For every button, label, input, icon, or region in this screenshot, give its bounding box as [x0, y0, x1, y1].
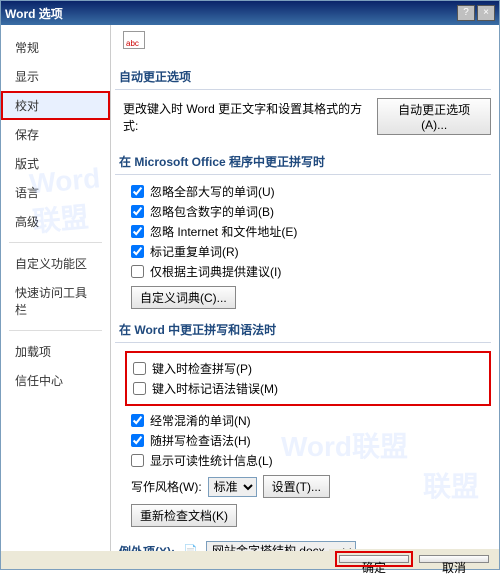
chk-grammar-with-spelling-label: 随拼写检查语法(H): [150, 432, 251, 449]
sidebar-item-general[interactable]: 常规: [1, 33, 110, 62]
chk-flag-repeated-label: 标记重复单词(R): [150, 243, 239, 260]
chk-main-dict-only-label: 仅根据主词典提供建议(I): [150, 263, 281, 280]
chk-ignore-internet[interactable]: [131, 225, 144, 238]
writing-style-settings-button[interactable]: 设置(T)...: [263, 475, 330, 498]
proofing-icon: [123, 31, 145, 49]
cancel-button[interactable]: 取消: [419, 555, 489, 563]
sidebar-item-quick-access[interactable]: 快速访问工具栏: [1, 278, 110, 324]
chk-ignore-numbers[interactable]: [131, 205, 144, 218]
chk-ignore-uppercase-label: 忽略全部大写的单词(U): [150, 183, 275, 200]
sidebar-item-proofing[interactable]: 校对: [1, 91, 110, 120]
sidebar-item-addins[interactable]: 加载项: [1, 337, 110, 366]
sidebar-item-advanced[interactable]: 高级: [1, 207, 110, 236]
chk-flag-repeated[interactable]: [131, 245, 144, 258]
chk-ignore-internet-label: 忽略 Internet 和文件地址(E): [150, 223, 297, 240]
group-msoffice-title: 在 Microsoft Office 程序中更正拼写时: [115, 145, 491, 175]
chk-check-spelling-as-type[interactable]: [133, 362, 146, 375]
chk-ignore-uppercase[interactable]: [131, 185, 144, 198]
ok-button[interactable]: 确定: [339, 555, 409, 563]
sidebar-item-display[interactable]: 显示: [1, 62, 110, 91]
chk-readability-stats[interactable]: [131, 454, 144, 467]
dialog-footer: 确定 取消: [329, 549, 499, 569]
sidebar-item-language[interactable]: 语言: [1, 178, 110, 207]
sidebar-item-layout[interactable]: 版式: [1, 149, 110, 178]
chk-readability-stats-label: 显示可读性统计信息(L): [150, 452, 273, 469]
chk-ignore-numbers-label: 忽略包含数字的单词(B): [150, 203, 274, 220]
chk-mark-grammar-label: 键入时标记语法错误(M): [152, 380, 278, 397]
chk-grammar-with-spelling[interactable]: [131, 434, 144, 447]
highlighted-spellcheck-options: 键入时检查拼写(P) 键入时标记语法错误(M): [125, 351, 491, 406]
window-title: Word 选项: [5, 5, 63, 22]
sidebar: 常规 显示 校对 保存 版式 语言 高级 自定义功能区 快速访问工具栏 加载项 …: [1, 25, 111, 551]
sidebar-item-customize-ribbon[interactable]: 自定义功能区: [1, 249, 110, 278]
recheck-document-button[interactable]: 重新检查文档(K): [131, 504, 237, 527]
autocorrect-intro: 更改键入时 Word 更正文字和设置其格式的方式:: [123, 100, 371, 134]
autocorrect-options-button[interactable]: 自动更正选项(A)...: [377, 98, 491, 135]
custom-dictionaries-button[interactable]: 自定义词典(C)...: [131, 286, 236, 309]
close-icon[interactable]: ×: [477, 5, 495, 21]
help-icon[interactable]: ?: [457, 5, 475, 21]
sidebar-item-trust-center[interactable]: 信任中心: [1, 366, 110, 395]
content-panel: 自动更正选项 更改键入时 Word 更正文字和设置其格式的方式: 自动更正选项(…: [111, 25, 499, 551]
chk-confused-words[interactable]: [131, 414, 144, 427]
chk-mark-grammar-as-type[interactable]: [133, 382, 146, 395]
writing-style-label: 写作风格(W):: [131, 478, 202, 495]
group-wordcheck-title: 在 Word 中更正拼写和语法时: [115, 313, 491, 343]
sidebar-item-save[interactable]: 保存: [1, 120, 110, 149]
exceptions-label: 例外项(X):: [119, 543, 175, 552]
writing-style-select[interactable]: 标准: [208, 477, 257, 497]
chk-check-spelling-label: 键入时检查拼写(P): [152, 360, 252, 377]
group-autocorrect-title: 自动更正选项: [115, 60, 491, 90]
chk-main-dict-only[interactable]: [131, 265, 144, 278]
document-icon: 📄: [183, 544, 198, 551]
chk-confused-words-label: 经常混淆的单词(N): [150, 412, 251, 429]
titlebar: Word 选项 ? ×: [1, 1, 499, 25]
window-controls: ? ×: [457, 5, 495, 21]
